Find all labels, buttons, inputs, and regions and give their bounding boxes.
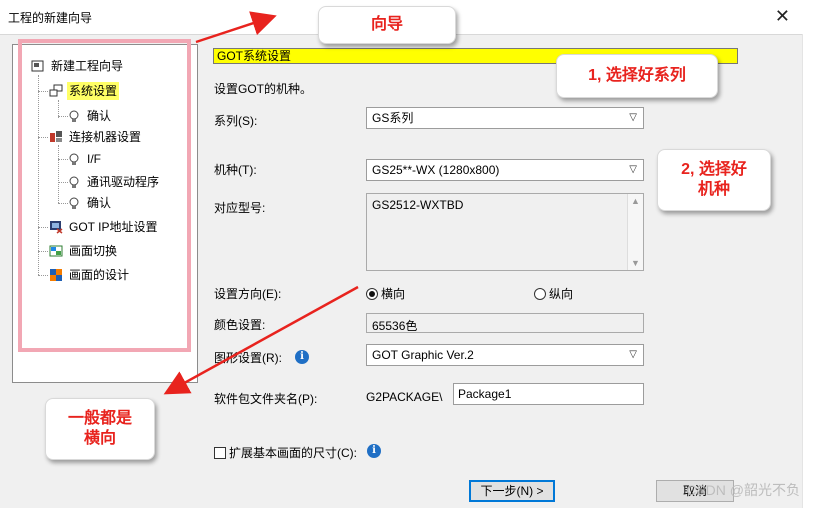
orientation-vertical-radio[interactable]: 纵向 (534, 285, 573, 302)
bulb-icon (69, 197, 79, 209)
close-icon[interactable]: ✕ (775, 6, 790, 27)
tree-line (38, 275, 48, 276)
window-right-edge (802, 34, 814, 508)
graphic-select[interactable]: GOT Graphic Ver.2 ▽ (366, 344, 644, 366)
system-settings-icon (49, 84, 63, 97)
tree-item-label: 系统设置 (67, 82, 120, 100)
compatible-model-list[interactable]: GS2512-WXTBD ▲ ▼ (366, 193, 644, 271)
tree-line (38, 137, 48, 138)
description-text: 设置GOT的机种。 (214, 82, 312, 96)
tree-item-confirm-1[interactable]: 确认 (67, 107, 113, 125)
model-select[interactable]: GS25**-WX (1280x800) ▽ (366, 159, 644, 181)
radio-selected-icon (366, 287, 378, 300)
tree-item-driver[interactable]: 通讯驱动程序 (67, 173, 161, 191)
tree-item-system-settings[interactable]: 系统设置 (49, 82, 120, 100)
callout-step2: 2, 选择好 机种 (657, 149, 771, 211)
compatible-model-item: GS2512-WXTBD (372, 198, 464, 212)
watermark: CSDN @韶光不负 (686, 482, 800, 498)
tree-item-connection-settings[interactable]: 连接机器设置 (49, 128, 143, 146)
screen-design-icon (50, 268, 62, 281)
model-label: 机种(T): (214, 163, 257, 177)
listbox-scrollbar[interactable]: ▲ ▼ (627, 194, 643, 270)
package-prefix: G2PACKAGE\ (366, 390, 443, 404)
series-label: 系列(S): (214, 114, 258, 128)
connection-device-icon (50, 130, 62, 142)
bulb-icon (69, 110, 79, 122)
tree-item-interface[interactable]: I/F (67, 150, 103, 168)
chevron-down-icon: ▽ (629, 164, 637, 175)
radio-unselected-icon (534, 287, 546, 300)
callout-step1: 1, 选择好系列 (556, 54, 718, 98)
callout-guide: 向导 (318, 6, 456, 44)
graphic-label: 图形设置(R): (214, 351, 282, 365)
callout-note: 一般都是 横向 (45, 398, 155, 460)
tree-item-ip-settings[interactable]: GOT IP地址设置 (49, 218, 159, 236)
series-select[interactable]: GS系列 ▽ (366, 107, 644, 129)
wizard-tree: 新建工程向导 系统设置 确认 连接机器设置 I/F 通讯驱动程序 确认 GOT … (12, 44, 198, 383)
expand-info-icon[interactable]: i (367, 444, 381, 458)
expand-screen-checkbox[interactable]: 扩展基本画面的尺寸(C): (214, 444, 357, 461)
scroll-down-icon: ▼ (631, 258, 640, 268)
tree-line (38, 227, 48, 228)
chevron-down-icon: ▽ (629, 349, 637, 360)
package-label: 软件包文件夹名(P): (214, 392, 318, 406)
chevron-down-icon: ▽ (629, 112, 637, 123)
scroll-up-icon: ▲ (631, 196, 640, 206)
color-label: 颜色设置: (214, 318, 266, 332)
orientation-horizontal-radio[interactable]: 横向 (366, 285, 405, 302)
tree-line (38, 91, 48, 92)
screen-switch-icon (49, 245, 63, 257)
tree-line (38, 251, 48, 252)
window-title: 工程的新建向导 (8, 11, 93, 25)
checkbox-unchecked-icon (214, 446, 226, 459)
tree-line (58, 145, 59, 203)
bulb-icon (69, 176, 79, 188)
package-name-input[interactable]: Package1 (453, 383, 644, 405)
next-button[interactable]: 下一步(N) > (469, 480, 555, 502)
project-wizard-icon (31, 60, 44, 72)
graphic-info-icon[interactable]: i (295, 350, 309, 364)
tree-item-screen-design[interactable]: 画面的设计 (49, 266, 131, 284)
tree-item-confirm-2[interactable]: 确认 (67, 194, 113, 212)
compatible-label: 对应型号: (214, 201, 266, 215)
color-value: 65536色 (366, 313, 644, 333)
tree-line (38, 75, 39, 275)
tree-item-screen-switch[interactable]: 画面切换 (49, 242, 119, 260)
orientation-label: 设置方向(E): (214, 287, 282, 301)
bulb-icon (69, 153, 79, 165)
tree-item-root[interactable]: 新建工程向导 (31, 57, 125, 75)
got-ip-icon (50, 220, 63, 234)
